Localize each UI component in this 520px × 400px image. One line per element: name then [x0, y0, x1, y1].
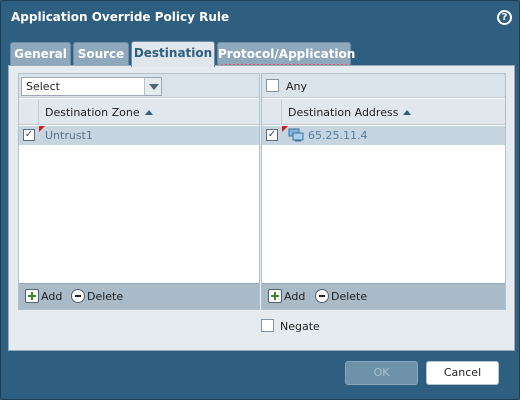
tab-general[interactable]: General [10, 42, 71, 66]
select-all-column [19, 99, 39, 125]
minus-circle-icon [71, 289, 85, 303]
address-add-label: Add [284, 290, 306, 303]
address-column-header[interactable]: Destination Address [262, 99, 505, 125]
select-all-column [262, 99, 282, 125]
tab-source[interactable]: Source [73, 42, 129, 66]
network-address-icon [288, 128, 304, 142]
zone-row-untrust1[interactable]: ✓ Untrust1 [19, 126, 259, 145]
dialog-titlebar: Application Override Policy Rule ? [1, 1, 519, 35]
destination-panel: Select Destination Zone ✓ Untrust1 Add D… [8, 65, 515, 351]
sort-ascending-icon[interactable] [144, 110, 153, 115]
zone-toolbar: Select [19, 74, 259, 98]
zone-column-header[interactable]: Destination Zone [19, 99, 259, 125]
plus-icon [268, 289, 282, 303]
sort-ascending-icon[interactable] [403, 110, 412, 115]
zone-add-label: Add [41, 290, 63, 303]
destination-address-grid: Any Destination Address ✓ 65.25.11.4 Add… [261, 73, 506, 310]
address-toolbar: Any [262, 74, 505, 98]
zone-row-checkbox[interactable]: ✓ [23, 129, 35, 141]
address-add-button[interactable]: Add [268, 289, 308, 305]
address-footer: Add Delete [262, 283, 505, 309]
address-row-65-25-11-4[interactable]: ✓ 65.25.11.4 [262, 126, 505, 145]
tab-destination[interactable]: Destination [131, 41, 215, 67]
any-checkbox[interactable] [266, 79, 279, 92]
plus-icon [25, 289, 39, 303]
minus-circle-icon [315, 289, 329, 303]
application-override-dialog: Application Override Policy Rule ? Gener… [0, 0, 520, 400]
tab-protocol-application[interactable]: Protocol/Application [217, 42, 355, 66]
zone-delete-button[interactable]: Delete [71, 289, 131, 305]
address-header-label: Destination Address [288, 106, 399, 119]
zone-select-dropdown[interactable]: Select [21, 77, 162, 96]
zone-footer: Add Delete [19, 283, 259, 309]
address-row-label: 65.25.11.4 [308, 129, 368, 142]
zone-select-value: Select [26, 80, 60, 93]
any-label: Any [286, 80, 308, 93]
zone-delete-label: Delete [87, 290, 124, 303]
negate-label: Negate [280, 320, 320, 333]
negate-checkbox[interactable] [261, 319, 274, 332]
address-delete-button[interactable]: Delete [315, 289, 375, 305]
question-circle-icon[interactable]: ? [497, 10, 512, 25]
cancel-button[interactable]: Cancel [426, 361, 499, 385]
address-row-checkbox[interactable]: ✓ [266, 129, 278, 141]
address-delete-label: Delete [331, 290, 368, 303]
zone-row-label: Untrust1 [45, 129, 93, 142]
zone-header-label: Destination Zone [45, 106, 140, 119]
zone-add-button[interactable]: Add [25, 289, 65, 305]
destination-zone-grid: Select Destination Zone ✓ Untrust1 Add D… [18, 73, 260, 310]
ok-button[interactable]: OK [345, 361, 418, 385]
dialog-title: Application Override Policy Rule [11, 10, 230, 24]
chevron-down-icon[interactable] [144, 78, 161, 95]
